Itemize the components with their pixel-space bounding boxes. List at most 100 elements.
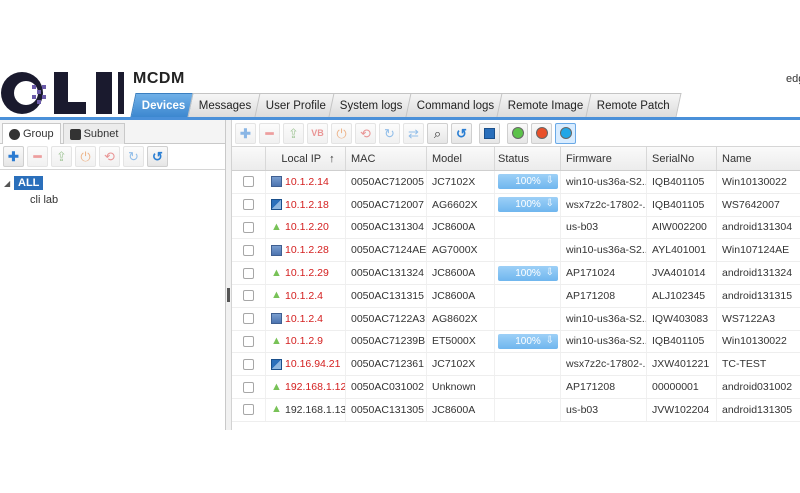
sync-button[interactable]: ↻ (379, 122, 400, 144)
table-row[interactable]: ▲ 192.168.1.128 0050AC031002 Unknown AP17120… (232, 376, 800, 399)
device-name-cell: Win10130022 (722, 175, 787, 188)
table-row[interactable]: 10.1.2.4 0050AC7122A3 AG8602X win10-us36a-S… (232, 307, 800, 331)
row-checkbox[interactable] (243, 381, 254, 393)
local-ip: 10.1.2.28 (285, 244, 329, 257)
group-panel: Group Subnet ✚ ━ ⇪ ⏻ ⟲ ↻ ↺ ◢ ALL cli lab (0, 120, 226, 430)
column-header-local-ip[interactable]: Local IP ↑ (266, 147, 346, 170)
column-header-firmware[interactable]: Firmware (561, 147, 647, 170)
minus-icon: ━ (33, 149, 42, 164)
tab-command-logs[interactable]: Command logs (405, 93, 506, 117)
remove-group-button[interactable]: ━ (27, 146, 48, 167)
firmware-cell: us-b03 (561, 216, 647, 239)
tab-user-profile[interactable]: User Profile (254, 93, 338, 117)
group-panel-tabs: Group Subnet (0, 120, 225, 144)
tab-subnet[interactable]: Subnet (62, 123, 126, 144)
row-checkbox[interactable] (243, 221, 254, 233)
table-row[interactable]: ▲ 10.1.2.29 0050AC131324 JC8600A 100% ⇩ AP1710… (232, 262, 800, 285)
sync-button[interactable]: ↻ (123, 146, 144, 167)
row-checkbox[interactable] (243, 335, 254, 347)
local-ip: 10.1.2.29 (285, 267, 329, 280)
plus-icon: ✚ (240, 125, 251, 141)
table-row[interactable]: ▲ 10.1.2.9 0050AC71239B ET5000X 100% ⇩ win10-u… (232, 330, 800, 354)
row-checkbox[interactable] (243, 199, 254, 211)
import-button[interactable]: ⇪ (51, 146, 72, 167)
column-header-mac[interactable]: MAC (346, 147, 427, 170)
table-row[interactable]: 10.1.2.28 0050AC7124AE AG7000X win10-us36a-… (232, 239, 800, 263)
row-checkbox[interactable] (243, 176, 254, 188)
serialno-cell: IQB401105 (647, 193, 717, 216)
devices-table: Local IP ↑ MAC Model Status Firmware Ser… (232, 147, 800, 422)
search-button[interactable]: ⌕ (427, 122, 448, 144)
device-name-cell: WS7642007 (722, 198, 780, 211)
splitter-handle[interactable] (227, 288, 230, 302)
row-checkbox[interactable] (243, 244, 254, 256)
table-row[interactable]: ▲ 10.1.2.20 0050AC131304 JC8600A us-b03 AIW00… (232, 216, 800, 240)
add-group-button[interactable]: ✚ (3, 146, 24, 167)
ip-cell: ▲ 192.168.1.134 (266, 398, 346, 421)
serialno-cell: ALJ102345 (647, 284, 717, 307)
android-icon: ▲ (271, 380, 282, 393)
ip-cell: 10.1.2.14 (266, 171, 346, 193)
tab-remote-image[interactable]: Remote Image (496, 93, 595, 117)
table-row[interactable]: ▲ 10.1.2.4 0050AC131315 JC8600A AP171208 ALJ1… (232, 284, 800, 308)
row-checkbox-cell (232, 239, 266, 262)
row-checkbox-cell (232, 284, 266, 307)
download-arrow-icon: ⇩ (545, 334, 554, 346)
tree-node-label[interactable]: ALL (14, 176, 44, 190)
filter-online-button[interactable] (507, 122, 528, 144)
remove-device-button[interactable]: ━ (259, 122, 280, 144)
expand-icon[interactable]: ◢ (4, 179, 14, 188)
reboot-button[interactable]: ⟲ (355, 122, 376, 144)
table-row[interactable]: 10.16.94.21 0050AC712361 JC7102X wsx7z2c-17… (232, 353, 800, 377)
mac-cell: 0050AC712007 (346, 193, 427, 216)
upload-icon: ⇪ (288, 125, 299, 141)
subnet-icon (69, 128, 81, 140)
refresh-button[interactable]: ↺ (451, 122, 472, 144)
status-progress-bar: 100% ⇩ (498, 197, 558, 213)
user-name[interactable]: edg (786, 73, 800, 85)
status-progress-bar: 100% ⇩ (498, 174, 558, 190)
plus-icon: ✚ (8, 149, 19, 164)
add-device-button[interactable]: ✚ (235, 122, 256, 144)
power-button[interactable]: ⏻ (75, 146, 96, 167)
model-cell: JC8600A (427, 284, 495, 307)
model-cell: JC7102X (427, 171, 495, 193)
firmware-cell: win10-us36a-S2... (561, 171, 647, 193)
table-row[interactable]: 10.1.2.14 0050AC712005 JC7102X 100% ⇩ win10-u… (232, 171, 800, 194)
transfer-button[interactable]: ⇄ (403, 122, 424, 144)
row-checkbox[interactable] (243, 313, 254, 325)
column-header-status[interactable]: Status (495, 147, 561, 170)
row-checkbox[interactable] (243, 267, 254, 279)
export-button[interactable]: ⇪ (283, 122, 304, 144)
android-icon: ▲ (271, 403, 282, 416)
sort-ascending-icon: ↑ (329, 152, 335, 165)
table-row[interactable]: ▲ 192.168.1.134 0050AC131305 JC8600A us-b03 J… (232, 398, 800, 422)
reboot-button[interactable]: ⟲ (99, 146, 120, 167)
tree-node-all[interactable]: ◢ ALL (4, 175, 221, 191)
tab-system-logs[interactable]: System logs (328, 93, 415, 117)
tab-group[interactable]: Group (2, 123, 61, 144)
column-header-model[interactable]: Model (427, 147, 495, 170)
remote-screen-button[interactable] (479, 122, 500, 144)
table-row[interactable]: 10.1.2.18 0050AC712007 AG6602X 100% ⇩ wsx7z2c… (232, 193, 800, 217)
filter-all-button[interactable] (555, 122, 576, 144)
screen-icon (484, 127, 495, 139)
tree-node-cli-lab[interactable]: cli lab (30, 194, 221, 206)
vnc-button[interactable]: VB (307, 122, 328, 144)
firmware-cell: us-b03 (561, 398, 647, 421)
mac-cell: 0050AC131324 (346, 262, 427, 284)
firmware-cell: win10-us36a-S2... (561, 330, 647, 353)
column-header-name[interactable]: Name (717, 147, 797, 170)
local-ip: 192.168.1.128 (285, 381, 346, 394)
filter-offline-button[interactable] (531, 122, 552, 144)
local-ip: 10.1.2.4 (285, 312, 323, 325)
column-header-serialno[interactable]: SerialNo (647, 147, 717, 170)
row-checkbox[interactable] (243, 404, 254, 416)
power-button[interactable]: ⏻ (331, 122, 352, 144)
refresh-button[interactable]: ↺ (147, 146, 168, 167)
row-checkbox[interactable] (243, 358, 254, 370)
tab-remote-patch[interactable]: Remote Patch (585, 93, 682, 117)
firmware-cell: AP171208 (561, 376, 647, 398)
tab-messages[interactable]: Messages (187, 93, 264, 117)
row-checkbox[interactable] (243, 290, 254, 302)
